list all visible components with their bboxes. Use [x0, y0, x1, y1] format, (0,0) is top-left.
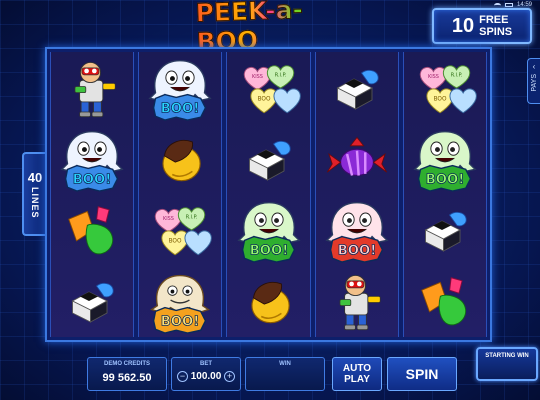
svg-text:BOO!: BOO!	[337, 244, 376, 259]
svg-text:R.I.P.: R.I.P.	[274, 72, 286, 78]
symbol-licorice	[404, 195, 486, 266]
starting-win-label: STARTING WIN	[485, 353, 529, 359]
svg-text:KISS: KISS	[163, 216, 174, 222]
spin-button[interactable]: SPIN	[387, 357, 457, 391]
spins-word: SPINS	[479, 26, 513, 38]
arrow-left-icon: ‹	[532, 62, 536, 71]
svg-text:R.I.P.: R.I.P.	[451, 72, 463, 78]
pays-label: PAYS	[530, 74, 538, 92]
svg-text:BOO!: BOO!	[73, 172, 112, 187]
symbol-ghost-green: BOO!	[227, 195, 309, 266]
bet-increase-button[interactable]: +	[224, 371, 235, 382]
svg-text:KISS: KISS	[251, 74, 262, 80]
svg-text:BOO: BOO	[257, 96, 270, 102]
symbol-chocolate	[227, 266, 309, 337]
reel-2: BOO! KISS R.I.P. BOO BOO!	[138, 52, 223, 337]
symbol-licorice	[316, 52, 398, 123]
symbol-robot	[316, 266, 398, 337]
bet-decrease-button[interactable]: −	[177, 371, 188, 382]
symbol-ghost-brown: BOO!	[139, 266, 221, 337]
svg-text:BOO!: BOO!	[249, 244, 288, 259]
win-label: WIN	[279, 361, 291, 367]
symbol-ghost-green: BOO!	[404, 123, 486, 194]
reel-4: BOO!	[314, 52, 399, 337]
symbol-robot	[51, 52, 133, 123]
credits-label: DEMO CREDITS	[103, 361, 150, 367]
symbol-jelly	[404, 266, 486, 337]
symbol-jelly	[51, 195, 133, 266]
reel-grid: BOO! BOO! KISS R.I.P. BOO BOO! KISS R.I.…	[45, 47, 492, 342]
spin-label: SPIN	[405, 366, 439, 382]
symbol-ghost-pink: BOO!	[316, 195, 398, 266]
symbol-hearts: KISS R.I.P. BOO	[404, 52, 486, 123]
symbol-ghost: BOO!	[139, 52, 221, 123]
reel-3: KISS R.I.P. BOO BOO!	[226, 52, 311, 337]
symbol-hearts: KISS R.I.P. BOO	[139, 195, 221, 266]
reel-1: BOO!	[50, 52, 135, 337]
autoplay-line2: PLAY	[344, 374, 370, 385]
lines-count: 40	[27, 169, 43, 185]
svg-text:BOO!: BOO!	[161, 101, 200, 116]
svg-text:BOO!: BOO!	[161, 315, 200, 330]
symbol-ghost: BOO!	[51, 123, 133, 194]
symbol-candy-purple	[316, 123, 398, 194]
svg-text:BOO!: BOO!	[426, 172, 465, 187]
symbol-licorice	[51, 266, 133, 337]
symbol-licorice	[227, 123, 309, 194]
symbol-chocolate	[139, 123, 221, 194]
bet-value: 100.00	[190, 371, 222, 382]
autoplay-button[interactable]: AUTO PLAY	[332, 357, 382, 391]
battery-icon	[504, 3, 513, 7]
pays-tab[interactable]: ‹ PAYS	[527, 58, 540, 104]
free-spins-banner: 10 FREE SPINS	[432, 8, 532, 44]
win-panel: WIN	[245, 357, 325, 391]
svg-text:BOO: BOO	[433, 96, 446, 102]
autoplay-line1: AUTO	[342, 363, 372, 374]
wifi-icon	[493, 2, 501, 8]
svg-text:BOO: BOO	[169, 239, 182, 245]
game-logo: PEEK-a-BOO	[195, 0, 346, 57]
svg-text:KISS: KISS	[428, 74, 439, 80]
credits-panel: DEMO CREDITS 99 562.50	[87, 357, 167, 391]
reel-5: KISS R.I.P. BOO BOO!	[402, 52, 488, 337]
starting-win-panel: STARTING WIN	[476, 347, 538, 381]
bet-panel: BET − 100.00 +	[171, 357, 241, 391]
free-word: FREE	[479, 14, 509, 26]
svg-text:R.I.P.: R.I.P.	[186, 215, 198, 221]
free-spins-count: 10	[451, 14, 475, 37]
symbol-hearts: KISS R.I.P. BOO	[227, 52, 309, 123]
credits-value: 99 562.50	[102, 372, 152, 384]
lines-label: LINES	[30, 186, 40, 219]
lines-indicator: 40 LINES	[22, 152, 46, 236]
